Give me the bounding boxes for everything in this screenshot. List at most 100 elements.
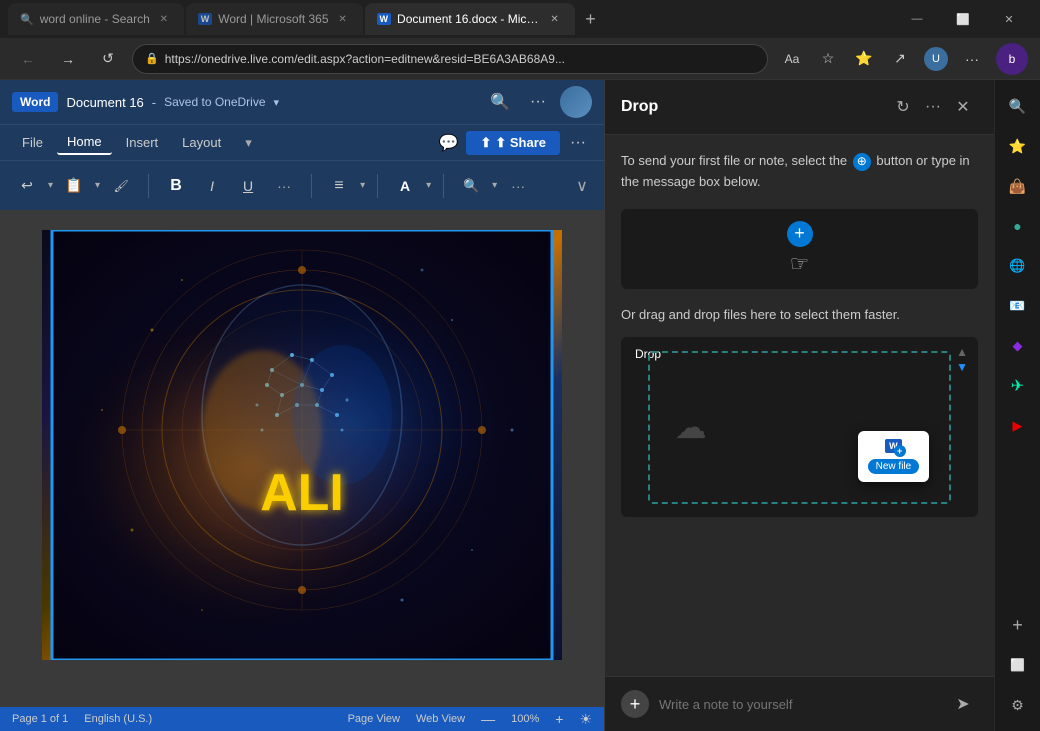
drop-more-button[interactable]: ··· [918, 92, 948, 122]
sidebar-icon-wallet[interactable]: 👜 [1000, 168, 1036, 204]
page-count: Page 1 of 1 [12, 713, 68, 725]
comment-button[interactable]: 💬 [434, 129, 462, 157]
word-logo: Word [12, 92, 58, 112]
tab-document[interactable]: W Document 16.docx - Microsoft W... ✕ [365, 3, 575, 35]
lock-icon: 🔒 [145, 52, 159, 65]
drop-intro: To send your first file or note, select … [621, 151, 978, 193]
share-address-button[interactable]: ↗ [884, 43, 916, 75]
url-bar[interactable]: 🔒 https://onedrive.live.com/edit.aspx?ac… [132, 44, 768, 74]
zoom-in-btn[interactable]: + [555, 711, 563, 727]
paste-button[interactable]: 📋 [59, 171, 89, 201]
new-file-badge[interactable]: New file [868, 459, 920, 474]
refresh-button[interactable]: ↺ [92, 43, 124, 75]
back-button[interactable]: ← [12, 43, 44, 75]
close-button[interactable]: ✕ [986, 3, 1032, 35]
format-painter-button[interactable]: 🖌 [106, 171, 136, 201]
web-view-btn[interactable]: Web View [416, 713, 465, 725]
favorites-button[interactable]: ☆ [812, 43, 844, 75]
settings-button[interactable]: ··· [956, 43, 988, 75]
menu-expand[interactable]: ▾ [235, 131, 262, 155]
title-search-button[interactable]: 🔍 [484, 88, 516, 116]
align-button[interactable]: ≡ [324, 171, 354, 201]
paste-chevron[interactable]: ▾ [95, 180, 100, 191]
sidebar-icon-outlook[interactable]: 📧 [1000, 288, 1036, 324]
underline-button[interactable]: U [233, 171, 263, 201]
drop-panel: Drop ↻ ··· ✕ To send your first file or … [604, 80, 994, 731]
message-input-area[interactable]: + ☞ [621, 209, 978, 289]
menu-file[interactable]: File [12, 131, 53, 154]
forward-button[interactable]: → [52, 43, 84, 75]
sidebar-icon-screen[interactable]: ⬜ [1000, 647, 1036, 683]
zoom-out-btn[interactable]: — [481, 711, 495, 727]
maximize-button[interactable]: ⬜ [940, 3, 986, 35]
footer-add-button[interactable]: + [621, 690, 649, 718]
language-status[interactable]: English (U.S.) [84, 713, 152, 725]
align-group: ≡ ▾ [324, 171, 365, 201]
font-more-button[interactable]: ··· [269, 171, 299, 201]
drop-refresh-button[interactable]: ↻ [888, 92, 918, 122]
tab-document-close[interactable]: ✕ [547, 11, 563, 27]
undo-chevron[interactable]: ▾ [48, 180, 53, 191]
ribbon-expand-button[interactable]: ∨ [572, 176, 592, 196]
drop-zone[interactable]: Drop ▲ ▼ ☁ W + [621, 337, 978, 517]
note-input[interactable] [659, 697, 938, 712]
sidebar-icon-edge[interactable]: 🌐 [1000, 248, 1036, 284]
sidebar-add-button[interactable]: + [1000, 607, 1036, 643]
sidebar-icon-copilot[interactable]: ✈ [1000, 368, 1036, 404]
word-file-icon: W + [885, 439, 902, 453]
bold-button[interactable]: B [161, 171, 191, 201]
find-chevron[interactable]: ▾ [492, 180, 497, 191]
menu-home[interactable]: Home [57, 130, 112, 155]
title-more-button[interactable]: ··· [524, 88, 552, 116]
collections-button[interactable]: ⭐ [848, 43, 880, 75]
sidebar-icon-youtube[interactable]: ▶ [1000, 408, 1036, 444]
window-controls: — ⬜ ✕ [894, 3, 1032, 35]
tab-word365-close[interactable]: ✕ [335, 11, 351, 27]
ribbon-more-button[interactable]: ··· [503, 171, 533, 201]
doc-save-status[interactable]: Saved to OneDrive [164, 95, 265, 109]
undo-button[interactable]: ↩ [12, 171, 42, 201]
cursor-pointer-icon: ☞ [790, 251, 810, 277]
find-group: 🔍 ▾ ··· [456, 171, 533, 201]
tab-word365[interactable]: W Word | Microsoft 365 ✕ [186, 3, 363, 35]
menu-layout[interactable]: Layout [172, 131, 231, 154]
arrow-down-icon: ▼ [956, 360, 968, 374]
sidebar-icon-collections[interactable]: ⭐ [1000, 128, 1036, 164]
arrow-up-icon: ▲ [956, 345, 968, 359]
profile-button[interactable]: U [920, 43, 952, 75]
sidebar-icon-search[interactable]: 🔍 [1000, 88, 1036, 124]
italic-button[interactable]: I [197, 171, 227, 201]
user-avatar[interactable] [560, 86, 592, 118]
bing-chat-button[interactable]: b [996, 43, 1028, 75]
ribbon-divider-2 [311, 174, 312, 198]
font-color-chevron[interactable]: ▾ [426, 180, 431, 191]
page-view-btn[interactable]: Page View [348, 713, 400, 725]
ai-brain-svg: ALI [42, 230, 562, 660]
tab-search-close[interactable]: ✕ [156, 11, 172, 27]
sidebar-icon-settings[interactable]: ⚙ [1000, 687, 1036, 723]
sidebar-icon-bing[interactable]: ◆ [1000, 328, 1036, 364]
message-area-inner: + ☞ [787, 221, 813, 277]
drop-close-button[interactable]: ✕ [948, 92, 978, 122]
sidebar-icon-people[interactable]: ● [1000, 208, 1036, 244]
align-chevron[interactable]: ▾ [360, 180, 365, 191]
word-menubar: File Home Insert Layout ▾ 💬 ⬆ ⬆ Share ··… [0, 124, 604, 160]
url-text: https://onedrive.live.com/edit.aspx?acti… [165, 52, 755, 66]
share-button[interactable]: ⬆ ⬆ Share [466, 131, 560, 155]
menu-insert[interactable]: Insert [116, 131, 169, 154]
ribbon-divider-3 [377, 174, 378, 198]
send-button[interactable]: ➤ [948, 689, 978, 719]
tab-search-label: word online - Search [40, 12, 150, 26]
search-favicon: 🔍 [20, 13, 34, 26]
message-add-button[interactable]: + [787, 221, 813, 247]
new-tab-button[interactable]: + [577, 5, 605, 33]
accessibility-btn[interactable]: ☀ [579, 711, 592, 728]
more-options-button[interactable]: ··· [564, 129, 592, 157]
minimize-button[interactable]: — [894, 3, 940, 35]
find-button[interactable]: 🔍 [456, 171, 486, 201]
font-color-button[interactable]: A [390, 171, 420, 201]
reader-view-button[interactable]: Aa [776, 43, 808, 75]
tab-search[interactable]: 🔍 word online - Search ✕ [8, 3, 184, 35]
save-chevron[interactable]: ▾ [274, 96, 280, 109]
drop-header: Drop ↻ ··· ✕ [605, 80, 994, 135]
